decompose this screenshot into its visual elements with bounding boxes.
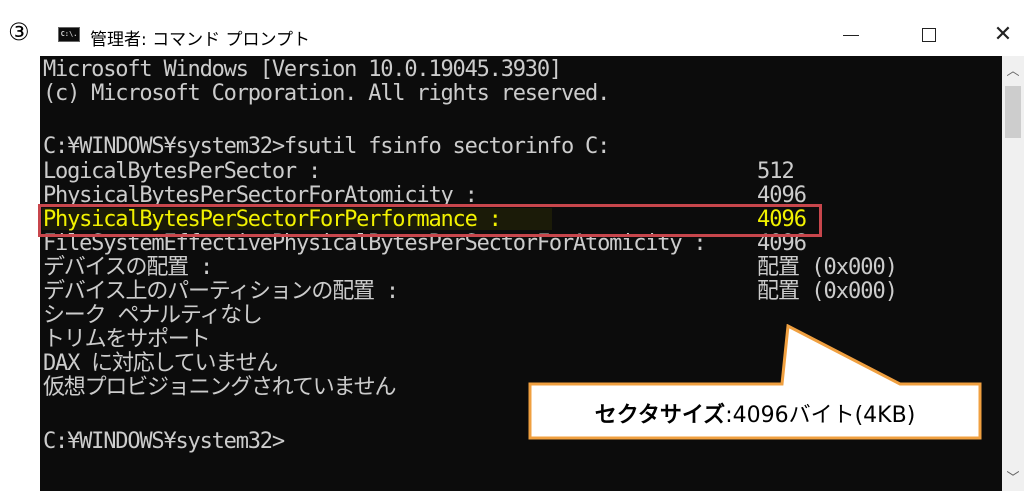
highlight-frame bbox=[38, 204, 822, 237]
console-line: (c) Microsoft Corporation. All rights re… bbox=[43, 81, 610, 106]
console-line: 仮想プロビジョニングされていません bbox=[43, 375, 396, 400]
window-title: 管理者: コマンド プロンプト bbox=[90, 30, 311, 50]
console-line: LogicalBytesPerSector : bbox=[43, 159, 321, 184]
maximize-icon bbox=[922, 28, 936, 42]
console-line: シーク ペナルティなし bbox=[43, 303, 263, 328]
callout-text: セクタサイズ:4096バイト(4KB) bbox=[532, 388, 978, 438]
console-value: 512 bbox=[757, 159, 795, 184]
console-line: Microsoft Windows [Version 10.0.19045.39… bbox=[43, 57, 562, 82]
maximize-button[interactable] bbox=[906, 14, 952, 56]
console-line: C:¥WINDOWS¥system32>fsutil fsinfo sector… bbox=[43, 134, 610, 159]
scroll-down-icon[interactable]: ﹀ bbox=[1002, 469, 1024, 489]
window-titlebar[interactable]: C:\. 管理者: コマンド プロンプト ✕ bbox=[46, 14, 1024, 56]
step-number-label: ③ bbox=[8, 18, 30, 46]
callout-bold: セクタサイズ bbox=[594, 403, 726, 428]
vertical-scrollbar[interactable]: ︿ ﹀ bbox=[1002, 56, 1024, 491]
close-button[interactable]: ✕ bbox=[980, 14, 1024, 56]
console-line: DAX に対応していません bbox=[43, 351, 278, 376]
close-icon: ✕ bbox=[993, 22, 1013, 47]
minimize-button[interactable] bbox=[828, 14, 874, 56]
cmd-icon: C:\. bbox=[58, 27, 80, 42]
scroll-up-icon[interactable]: ︿ bbox=[1002, 62, 1024, 82]
callout-box: セクタサイズ:4096バイト(4KB) bbox=[520, 324, 990, 446]
console-line: トリムをサポート bbox=[43, 327, 211, 352]
console-prompt: C:¥WINDOWS¥system32> bbox=[43, 429, 285, 454]
scrollbar-thumb[interactable] bbox=[1005, 86, 1021, 138]
callout-rest: :4096バイト(4KB) bbox=[725, 403, 916, 428]
console-value: 配置 (0x000) bbox=[757, 279, 898, 304]
console-line: デバイス上のパーティションの配置 : bbox=[43, 279, 399, 304]
minimize-icon bbox=[843, 34, 859, 36]
console-value: 配置 (0x000) bbox=[757, 255, 898, 280]
console-line: デバイスの配置 : bbox=[43, 255, 213, 280]
